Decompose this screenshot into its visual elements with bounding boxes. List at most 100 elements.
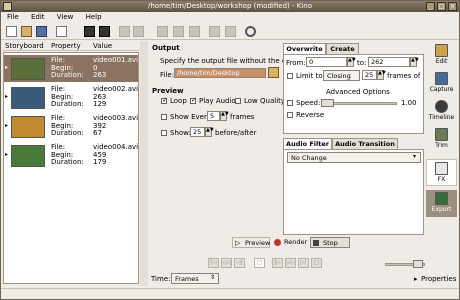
close-icon[interactable]: ×	[448, 2, 457, 11]
preview-button[interactable]: ▷ Preview	[232, 237, 270, 248]
film-frame-icon[interactable]	[99, 26, 110, 37]
clip-properties: File: Begin: Duration:	[51, 143, 84, 167]
show-input[interactable]: 25	[190, 127, 205, 137]
new-document-icon[interactable]	[56, 26, 67, 37]
storyboard-clip[interactable]: ▸ File: Begin: Duration: video001.avi 0 263	[4, 55, 138, 82]
header-property[interactable]: Property	[51, 42, 81, 50]
header-storyboard[interactable]: Storyboard	[5, 42, 44, 50]
open-folder-icon[interactable]	[21, 26, 32, 37]
sidebar-capture-button[interactable]: Capture	[426, 70, 457, 97]
storyboard-clip[interactable]: ▸ File: Begin: Duration: video004.avi 459 179	[4, 142, 138, 169]
storyboard-header: Storyboard Property Value	[3, 41, 139, 51]
save-icon[interactable]	[36, 26, 47, 37]
limit-to-checkbox[interactable]	[287, 73, 293, 79]
play-audio-label: Play Audio	[199, 97, 236, 105]
output-file-input[interactable]: /home/tim/Desktop	[174, 68, 266, 78]
speed-slider-handle[interactable]	[321, 99, 334, 107]
menu-view[interactable]: View	[57, 13, 74, 21]
play-audio-checkbox[interactable]	[190, 96, 197, 104]
clip-thumbnail	[11, 116, 45, 138]
file-label: File:	[160, 71, 175, 79]
sidebar-label: Export	[431, 206, 452, 213]
paste-icon[interactable]	[189, 26, 200, 37]
to-input[interactable]: 262	[368, 57, 410, 67]
from-input[interactable]: 0	[306, 57, 347, 67]
expand-arrow-icon[interactable]: ▸	[5, 151, 8, 158]
before-after-label: before/after	[215, 129, 257, 137]
pane-splitter[interactable]	[140, 41, 148, 286]
play-pause-icon[interactable]: ▢	[254, 258, 265, 268]
expand-arrow-icon[interactable]: ▸	[5, 122, 8, 129]
storyboard-clip[interactable]: ▸ File: Begin: Duration: video002.avi 263 129	[4, 84, 138, 111]
step-back-icon[interactable]: ◁|	[234, 258, 245, 268]
render-bar: ▷ Preview Render Stop	[150, 237, 425, 249]
new-file-icon[interactable]	[6, 26, 17, 37]
sidebar-fx-button[interactable]: FX	[426, 159, 457, 186]
rewind-icon[interactable]: ◁◁	[221, 258, 232, 268]
tab-audio-transition[interactable]: Audio Transition	[332, 138, 398, 149]
rewind-start-icon[interactable]: |◁	[208, 258, 219, 268]
sidebar-label: Timeline	[428, 114, 455, 121]
stop-button[interactable]: Stop	[310, 237, 350, 248]
status-bar: Time: Frames ⇕ ▸ Properties	[1, 272, 459, 286]
show-every-input[interactable]: 5	[207, 111, 220, 121]
duration-prop-label: Duration:	[51, 100, 84, 108]
show-checkbox[interactable]	[161, 130, 167, 136]
limit-spinner[interactable]: ▲▼	[377, 70, 386, 80]
minimize-icon[interactable]: _	[426, 2, 435, 11]
menu-file[interactable]: File	[7, 13, 19, 21]
zoom-icon[interactable]	[245, 26, 256, 37]
duration-value: 179	[93, 158, 107, 166]
menu-edit[interactable]: Edit	[31, 13, 45, 21]
menu-help[interactable]: Help	[86, 13, 102, 21]
stop-transport-icon[interactable]: □	[311, 258, 322, 268]
redo-icon[interactable]	[133, 26, 144, 37]
audio-filter-select[interactable]: No Change	[287, 152, 421, 163]
show-spinner[interactable]: ▲▼	[205, 127, 214, 137]
from-spinner[interactable]: ▲▼	[347, 57, 356, 67]
sidebar-label: Capture	[429, 86, 454, 93]
expander-arrow-icon[interactable]: ▸	[414, 275, 418, 283]
volume-slider-handle[interactable]	[413, 260, 423, 268]
tab-overwrite[interactable]: Overwrite	[283, 43, 326, 54]
storyboard-clip[interactable]: ▸ File: Begin: Duration: video003.avi 392 67	[4, 113, 138, 140]
tab-audio-filter[interactable]: Audio Filter	[283, 138, 332, 149]
tab-create[interactable]: Create	[326, 43, 359, 54]
output-panel: Output Specify the output file without t…	[150, 41, 307, 236]
properties-toggle[interactable]: Properties	[421, 275, 456, 283]
clip-properties: File: Begin: Duration:	[51, 114, 84, 138]
undo-icon[interactable]	[119, 26, 130, 37]
sidebar-trim-button[interactable]: Trim	[426, 126, 457, 153]
header-value[interactable]: Value	[93, 42, 112, 50]
render-button[interactable]: Render	[272, 237, 309, 248]
speed-checkbox[interactable]	[287, 100, 293, 106]
from-label: From:	[286, 59, 306, 67]
output-heading: Output	[152, 44, 180, 52]
split-icon[interactable]	[209, 26, 220, 37]
step-forward-icon[interactable]: |▷	[272, 258, 283, 268]
sidebar-timeline-button[interactable]: Timeline	[426, 98, 457, 125]
to-spinner[interactable]: ▲▼	[410, 57, 419, 67]
low-quality-checkbox[interactable]	[235, 98, 241, 104]
loop-checkbox[interactable]	[161, 96, 168, 104]
app-icon	[3, 2, 12, 11]
expand-arrow-icon[interactable]: ▸	[5, 93, 8, 100]
browse-folder-icon[interactable]	[268, 67, 279, 78]
forward-icon[interactable]: ▷▷	[285, 258, 296, 268]
sidebar-export-button[interactable]: Export	[426, 190, 457, 217]
limit-value-input[interactable]: 25	[362, 70, 377, 80]
join-icon[interactable]	[225, 26, 236, 37]
cut-icon[interactable]	[157, 26, 168, 37]
storyboard-list[interactable]: ▸ File: Begin: Duration: video001.avi 0 263 ▸ Fi…	[3, 52, 139, 284]
copy-icon[interactable]	[173, 26, 184, 37]
film-strip-icon[interactable]	[84, 26, 95, 37]
show-every-spinner[interactable]: ▲▼	[220, 111, 229, 121]
limit-mode-select[interactable]: Closing	[323, 70, 360, 81]
reverse-checkbox[interactable]	[287, 112, 293, 118]
bottom-scrollbar[interactable]	[1, 288, 459, 299]
show-every-checkbox[interactable]	[161, 114, 167, 120]
maximize-icon[interactable]: □	[437, 2, 446, 11]
sidebar-edit-button[interactable]: Edit	[426, 42, 457, 69]
forward-end-icon[interactable]: ▷|	[298, 258, 309, 268]
expand-arrow-icon[interactable]: ▸	[5, 64, 8, 71]
